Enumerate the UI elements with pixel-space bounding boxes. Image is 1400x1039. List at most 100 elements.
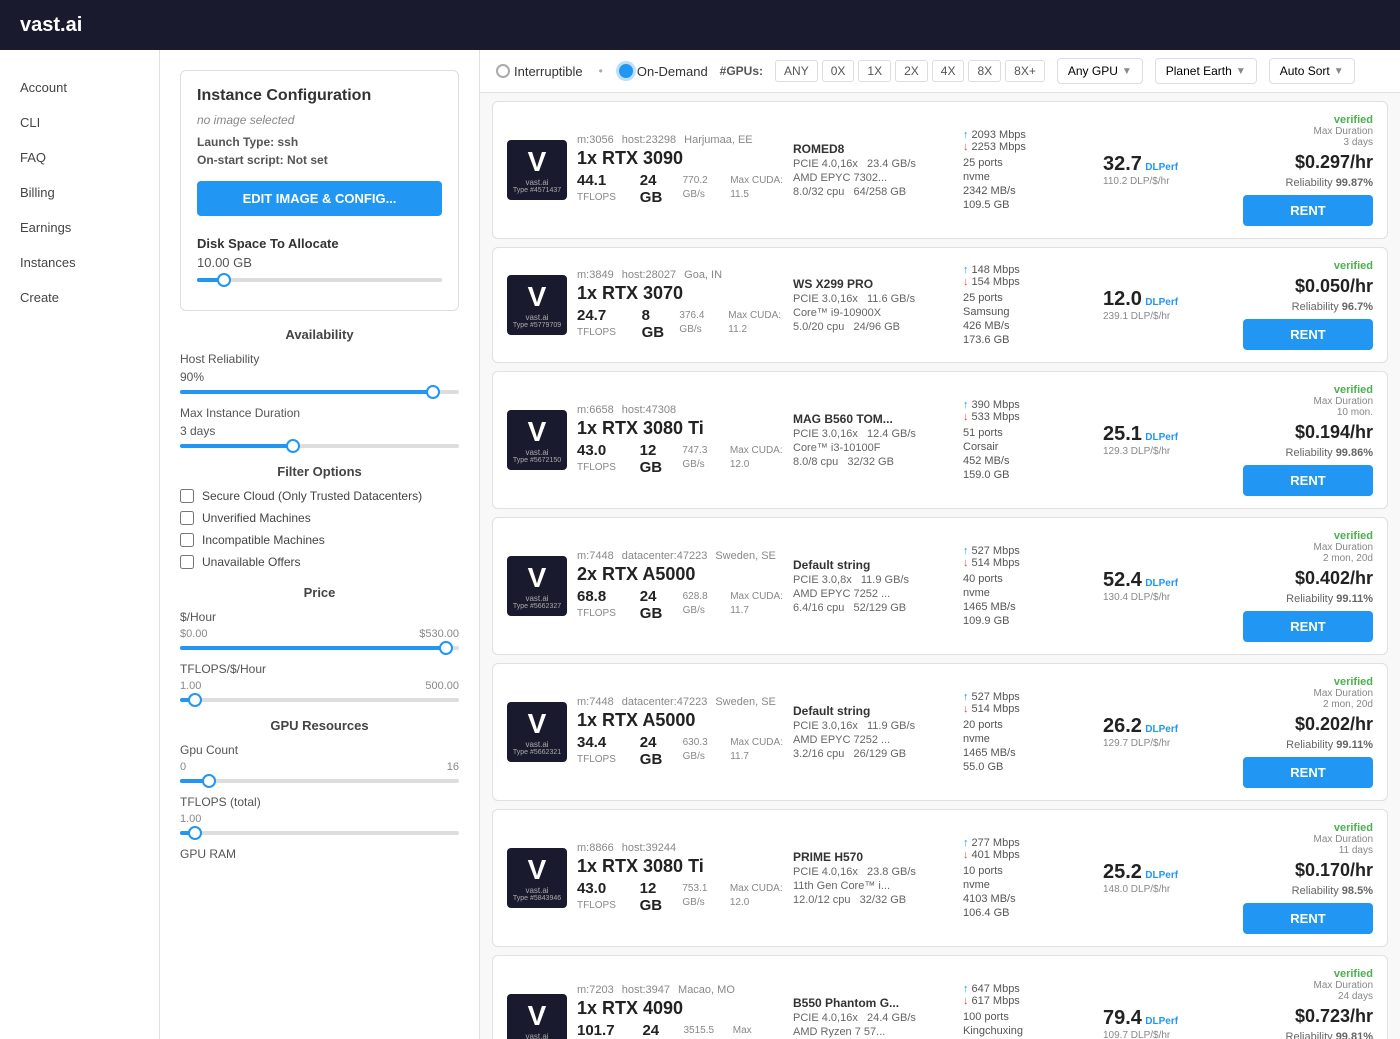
edit-config-button[interactable]: EDIT IMAGE & CONFIG... — [197, 181, 442, 216]
gpu-logo: V vast.ai Type #5843946 — [507, 848, 567, 908]
location-info: Sweden, SE — [715, 550, 776, 562]
gpu-logo: V vast.ai Type #5662321 — [507, 702, 567, 762]
tflops-total-thumb[interactable] — [188, 826, 202, 840]
upload-arrow-icon: ↑ — [963, 983, 969, 995]
net-down-row: ↓ 154 Mbps — [963, 276, 1093, 288]
incompatible-checkbox[interactable] — [180, 533, 194, 547]
gpu-specs: WS X299 PRO PCIE 3.0,16x 11.6 GB/s Core™… — [793, 277, 953, 333]
interruptible-option[interactable]: Interruptible — [496, 64, 583, 79]
tflops-total-slider[interactable] — [180, 831, 459, 835]
sidebar-item-faq[interactable]: FAQ — [0, 140, 159, 175]
gpu-2x-btn[interactable]: 2X — [895, 60, 928, 82]
sidebar-item-create[interactable]: Create — [0, 280, 159, 315]
on-demand-radio[interactable] — [619, 64, 633, 78]
gpu-0x-btn[interactable]: 0X — [822, 60, 855, 82]
max-duration-thumb[interactable] — [286, 439, 300, 453]
host-info: host:47308 — [622, 404, 676, 416]
gpu-any-btn[interactable]: ANY — [775, 60, 818, 82]
on-demand-option[interactable]: On-Demand — [619, 64, 708, 79]
rent-button[interactable]: RENT — [1243, 195, 1373, 226]
disk-slider-thumb[interactable] — [217, 273, 231, 287]
net-up-row: ↑ 148 Mbps — [963, 264, 1093, 276]
any-gpu-dropdown[interactable]: Any GPU ▼ — [1057, 58, 1143, 84]
cuda-value: Max CUDA: 11.7 — [730, 737, 783, 762]
gpu-4x-btn[interactable]: 4X — [932, 60, 965, 82]
per-hour-slider[interactable] — [180, 646, 459, 650]
tflops-unit: TFLOPS — [577, 462, 616, 473]
per-hour-thumb[interactable] — [439, 641, 453, 655]
gpu-8xplus-btn[interactable]: 8X+ — [1005, 60, 1045, 82]
sidebar-item-instances[interactable]: Instances — [0, 245, 159, 280]
host-reliability-thumb[interactable] — [426, 385, 440, 399]
upload-arrow-icon: ↑ — [963, 545, 969, 557]
gpu-name: 1x RTX 3090 — [577, 148, 783, 170]
tflops-slider[interactable] — [180, 698, 459, 702]
gpu-card: V vast.ai Type #5861755 m:7203 host:3947… — [492, 955, 1388, 1039]
verified-badge: verified — [1243, 260, 1373, 272]
reliability-value: 99.87% — [1336, 177, 1373, 189]
gpu-specs: Default string PCIE 3.0,16x 11.9 GB/s AM… — [793, 704, 953, 760]
gpu-name: 1x RTX 3080 Ti — [577, 418, 783, 440]
verified-badge: verified — [1243, 384, 1373, 396]
gpu-perf-row: 44.1 TFLOPS 24 GB 770.2 GB/s Max CUDA: 1… — [577, 172, 783, 206]
filter-incompatible: Incompatible Machines — [180, 533, 459, 547]
secure-cloud-checkbox[interactable] — [180, 489, 194, 503]
vram-block: 12 GB — [640, 880, 671, 914]
cpu-name: Core™ i3-10100F — [793, 442, 953, 454]
location-dropdown[interactable]: Planet Earth ▼ — [1155, 58, 1257, 84]
price-title: Price — [180, 585, 459, 600]
on-start-label: On-start script: — [197, 153, 284, 167]
interruptible-radio[interactable] — [496, 64, 510, 78]
rent-button[interactable]: RENT — [1243, 611, 1373, 642]
host-reliability-slider[interactable] — [180, 390, 459, 394]
max-duration-slider[interactable] — [180, 444, 459, 448]
net-download-speed: 514 Mbps — [972, 703, 1020, 715]
rent-button[interactable]: RENT — [1243, 757, 1373, 788]
gpu-specs: ROMED8 PCIE 4.0,16x 23.4 GB/s AMD EPYC 7… — [793, 142, 953, 198]
unverified-checkbox[interactable] — [180, 511, 194, 525]
net-upload-speed: 2093 Mbps — [972, 129, 1026, 141]
gpu-specs: PRIME H570 PCIE 4.0,16x 23.8 GB/s 11th G… — [793, 850, 953, 906]
sidebar-item-billing[interactable]: Billing — [0, 175, 159, 210]
gpu-perf-row: 43.0 TFLOPS 12 GB 747.3 GB/s Max CUDA: 1… — [577, 442, 783, 476]
bandwidth-value: 630.3 GB/s — [683, 737, 708, 762]
bandwidth-block: 630.3 GB/s — [683, 734, 719, 768]
unavailable-checkbox[interactable] — [180, 555, 194, 569]
price-value: $0.050/hr — [1243, 276, 1373, 297]
gpu-count-thumb[interactable] — [202, 774, 216, 788]
reliability-value: 99.81% — [1336, 1031, 1373, 1039]
gpu-header-row: m:3849 host:28027 Goa, IN — [577, 269, 783, 281]
gpu-8x-btn[interactable]: 8X — [968, 60, 1001, 82]
motherboard: ROMED8 — [793, 142, 953, 156]
sidebar-item-earnings[interactable]: Earnings — [0, 210, 159, 245]
gpu-price-block: verified $0.050/hr Reliability 96.7% REN… — [1243, 260, 1373, 350]
gpu-count-slider[interactable] — [180, 779, 459, 783]
gpu-brand-text: vast.ai — [525, 740, 548, 749]
bandwidth-block: 628.8 GB/s — [683, 588, 719, 622]
top-bar: Interruptible • On-Demand #GPUs: ANY 0X … — [480, 50, 1400, 93]
rent-button[interactable]: RENT — [1243, 903, 1373, 934]
sort-dropdown[interactable]: Auto Sort ▼ — [1269, 58, 1355, 84]
rent-button[interactable]: RENT — [1243, 465, 1373, 496]
rent-button[interactable]: RENT — [1243, 319, 1373, 350]
sidebar-item-account[interactable]: Account — [0, 70, 159, 105]
location-info: Goa, IN — [684, 269, 722, 281]
gpu-perf-row: 43.0 TFLOPS 12 GB 753.1 GB/s Max CUDA: 1… — [577, 880, 783, 914]
sidebar-item-cli[interactable]: CLI — [0, 105, 159, 140]
gpu-network: ↑ 527 Mbps ↓ 514 Mbps 20 ports nvme 1465… — [963, 691, 1093, 773]
tflops-block: 101.7 TFLOPS — [577, 1022, 630, 1039]
gpu-brand-text: vast.ai — [525, 178, 548, 187]
dl-perf-value: 32.7 — [1103, 153, 1142, 175]
dl-perf-value: 12.0 — [1103, 288, 1142, 310]
bandwidth-value: 747.3 GB/s — [682, 445, 707, 470]
download-arrow-icon: ↓ — [963, 141, 969, 153]
gpu-network: ↑ 148 Mbps ↓ 154 Mbps 25 ports Samsung 4… — [963, 264, 1093, 346]
storage-bw: 426 MB/s — [963, 320, 1093, 332]
incompatible-label: Incompatible Machines — [202, 533, 325, 547]
bandwidth-block: 3515.5 GB/s — [684, 1022, 721, 1039]
gpu-1x-btn[interactable]: 1X — [858, 60, 891, 82]
disk-slider-track[interactable] — [197, 278, 442, 282]
vram-value: 8 GB — [642, 307, 665, 341]
tflops-thumb[interactable] — [188, 693, 202, 707]
gpu-name: 2x RTX A5000 — [577, 564, 783, 586]
